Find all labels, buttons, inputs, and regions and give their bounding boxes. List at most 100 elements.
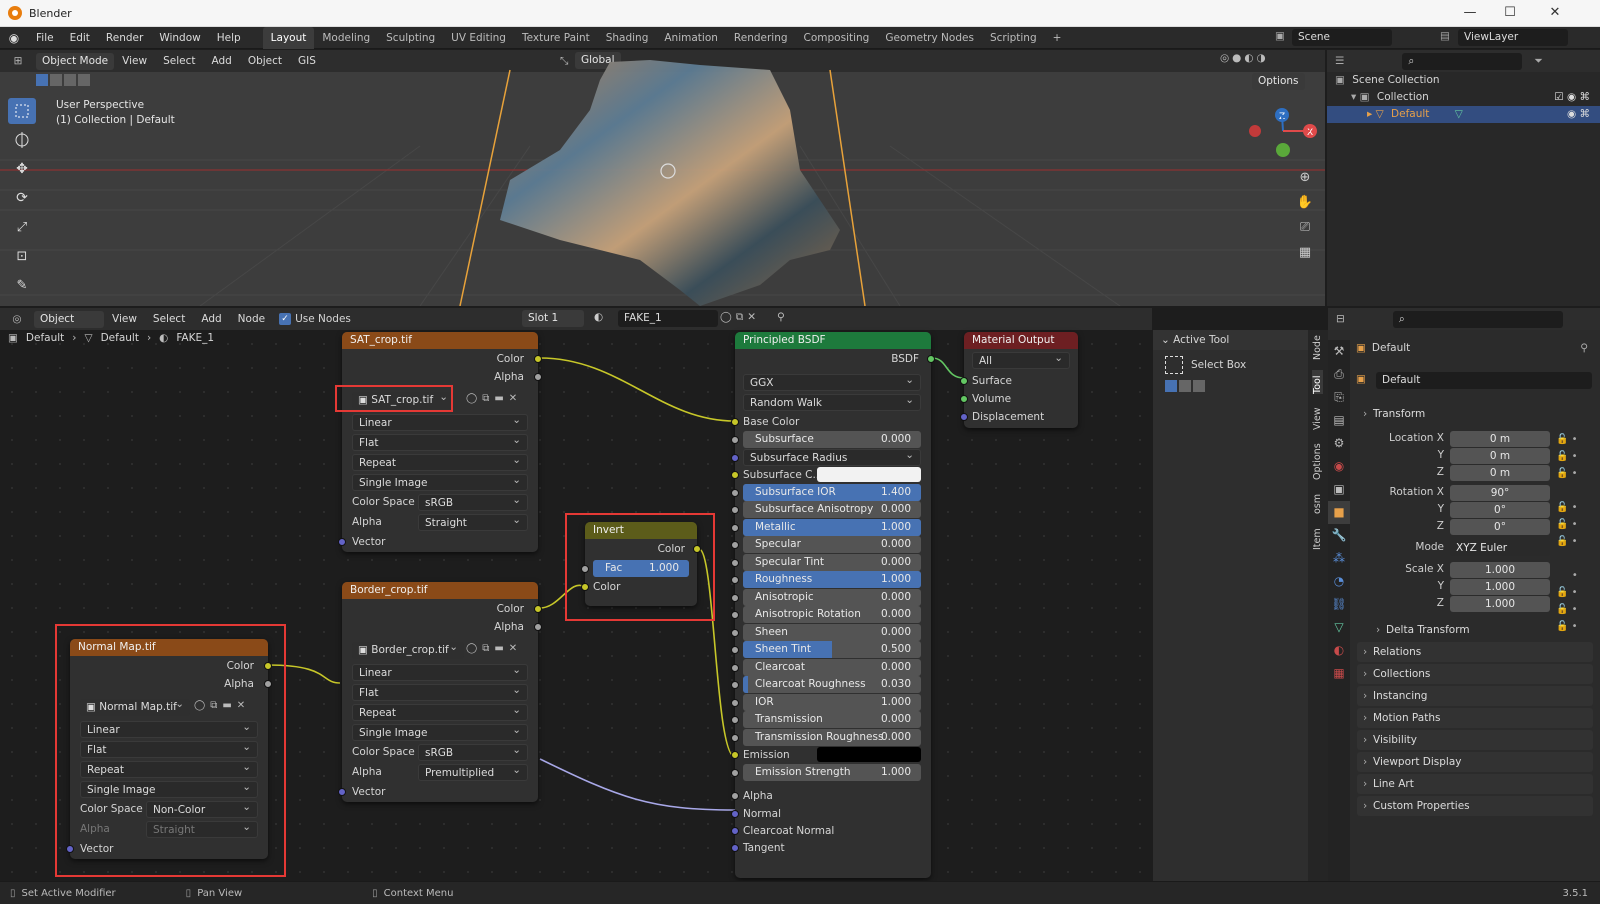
bsdf-input-socket[interactable]: [731, 628, 739, 637]
tab-geometry-nodes[interactable]: Geometry Nodes: [877, 27, 982, 49]
location-z-field[interactable]: 0 m: [1450, 465, 1550, 481]
shader-node-editor[interactable]: ◎ Object View Select Add Node ✓ Use Node…: [0, 308, 1152, 881]
output-color-socket[interactable]: [534, 355, 542, 363]
output-alpha-socket[interactable]: [534, 373, 542, 381]
output-color-socket[interactable]: [534, 605, 542, 613]
bsdf-input-slider[interactable]: Transmission Roughness 0.000: [743, 728, 921, 746]
tab-view[interactable]: View: [1312, 406, 1323, 430]
output-target-dropdown[interactable]: All: [972, 350, 1070, 369]
bsdf-input-slider[interactable]: Anisotropic Rotation 0.000: [743, 606, 921, 623]
color-space-dropdown[interactable]: sRGB: [418, 742, 528, 761]
principled-bsdf-node[interactable]: Principled BSDF BSDF GGX Random Walk Bas…: [731, 332, 935, 878]
lock-icons[interactable]: 🔓 • 🔓 • 🔓 • 🔓 • 🔓 • 🔓 • • 🔓 • 🔓 • 🔓 •: [1556, 431, 1588, 635]
output-bsdf-socket[interactable]: [927, 355, 935, 363]
active-tool-row[interactable]: Select Box: [1153, 350, 1308, 374]
bsdf-input-socket[interactable]: [731, 611, 739, 619]
data-tab-icon[interactable]: ▽: [1328, 616, 1350, 639]
bsdf-input-socket[interactable]: [731, 716, 739, 724]
add-workspace-icon[interactable]: +: [1045, 27, 1070, 49]
tab-tool[interactable]: Tool: [1312, 370, 1323, 394]
scene-icon[interactable]: ▣: [1275, 30, 1285, 42]
menu-render[interactable]: Render: [98, 27, 151, 49]
panel-relations[interactable]: Relations: [1357, 642, 1593, 662]
transform-panel-header[interactable]: Transform: [1357, 404, 1593, 424]
bsdf-input-socket[interactable]: [731, 733, 739, 742]
properties-type-icon[interactable]: ⊟: [1336, 313, 1345, 325]
bsdf-input-socket[interactable]: [731, 453, 739, 462]
bsdf-input-slider[interactable]: Transmission 0.000: [743, 711, 921, 728]
object-tab-icon[interactable]: ■: [1328, 501, 1350, 524]
tab-uv-editing[interactable]: UV Editing: [443, 27, 514, 49]
panel-custom-properties[interactable]: Custom Properties: [1357, 796, 1593, 816]
distribution-dropdown[interactable]: GGX: [743, 372, 921, 391]
bsdf-input-slider[interactable]: Specular Tint 0.000: [743, 553, 921, 571]
material-output-node[interactable]: Material Output All Surface Volume Displ…: [960, 332, 1078, 428]
view-layer-icon[interactable]: ▤: [1440, 30, 1450, 42]
tab-node[interactable]: Node: [1312, 334, 1323, 360]
bsdf-input-socket[interactable]: [731, 768, 739, 777]
projection-dropdown[interactable]: Flat: [352, 432, 528, 451]
location-y-field[interactable]: 0 m: [1450, 448, 1550, 464]
bsdf-input-socket[interactable]: [731, 436, 739, 444]
input-tangent-socket[interactable]: [731, 844, 739, 852]
select-mode-buttons[interactable]: [1153, 374, 1308, 392]
tab-rendering[interactable]: Rendering: [726, 27, 796, 49]
subsurface-method-dropdown[interactable]: Random Walk: [743, 392, 921, 411]
bsdf-input-slider[interactable]: Specular 0.000: [743, 536, 921, 553]
bsdf-input-socket[interactable]: [731, 593, 739, 602]
texture-tab-icon[interactable]: ▦: [1328, 662, 1350, 685]
image-name-field[interactable]: ▣ Border_crop.tif: [352, 639, 464, 659]
input-surface-socket[interactable]: [960, 377, 968, 385]
camera-icon[interactable]: ⎚: [1295, 215, 1315, 240]
bsdf-input-socket[interactable]: [731, 506, 739, 514]
rotate-tool-icon[interactable]: ⟳: [8, 185, 36, 211]
bsdf-input-slider[interactable]: Metallic 1.000: [743, 518, 921, 536]
move-tool-icon[interactable]: ✥: [8, 156, 36, 182]
filter-icon[interactable]: ⏷: [1534, 55, 1542, 68]
bsdf-input-socket[interactable]: [731, 646, 739, 654]
menu-help[interactable]: Help: [209, 27, 249, 49]
annotate-tool-icon[interactable]: ✎: [8, 272, 36, 298]
outliner-scene-collection[interactable]: ▣ Scene Collection: [1327, 72, 1600, 89]
location-x-field[interactable]: 0 m: [1450, 431, 1550, 447]
modifier-tab-icon[interactable]: 🔧: [1328, 524, 1350, 547]
bsdf-input-socket[interactable]: [731, 751, 739, 759]
color-swatch[interactable]: [817, 747, 921, 762]
zoom-icon[interactable]: ⊕: [1295, 165, 1315, 190]
node-title[interactable]: Principled BSDF: [735, 332, 931, 349]
input-clearcoat-normal-socket[interactable]: [731, 827, 739, 835]
image-actions-icons[interactable]: ◯⧉▬✕: [466, 643, 522, 654]
node-title[interactable]: Material Output: [964, 332, 1078, 349]
menu-file[interactable]: File: [28, 27, 62, 49]
outliner-search-input[interactable]: ⌕: [1402, 52, 1523, 70]
bsdf-input-slider[interactable]: Roughness 1.000: [743, 571, 921, 588]
source-dropdown[interactable]: Single Image: [352, 722, 528, 741]
bsdf-input-slider[interactable]: Sheen Tint 0.500: [743, 641, 921, 658]
select-box-tool-icon[interactable]: [8, 98, 36, 124]
minimize-button[interactable]: —: [1455, 4, 1485, 22]
tool-tab-icon[interactable]: ⚒: [1328, 340, 1350, 363]
close-button[interactable]: ✕: [1540, 4, 1570, 22]
rotation-x-field[interactable]: 90°: [1450, 485, 1550, 501]
material-tab-icon[interactable]: ◐: [1328, 639, 1350, 662]
tab-shading[interactable]: Shading: [598, 27, 657, 49]
panel-instancing[interactable]: Instancing: [1357, 686, 1593, 706]
scale-tool-icon[interactable]: ⤢: [8, 214, 36, 240]
bsdf-input-slider[interactable]: Clearcoat Roughness 0.030: [743, 676, 921, 693]
object-name-field[interactable]: Default: [1376, 372, 1592, 389]
bsdf-input-slider[interactable]: IOR 1.000: [743, 693, 921, 711]
interpolation-dropdown[interactable]: Linear: [352, 412, 528, 431]
particles-tab-icon[interactable]: ⁂: [1328, 547, 1350, 570]
projection-dropdown[interactable]: Flat: [352, 682, 528, 701]
object-data-icon[interactable]: ▣: [1356, 373, 1366, 385]
active-tool-header[interactable]: ⌄ Active Tool: [1153, 330, 1308, 350]
bsdf-input-socket[interactable]: [731, 488, 739, 497]
bsdf-input-slider[interactable]: Clearcoat 0.000: [743, 658, 921, 676]
world-tab-icon[interactable]: ◉: [1328, 455, 1350, 478]
menu-edit[interactable]: Edit: [62, 27, 98, 49]
image-actions-icons[interactable]: ◯⧉▬✕: [466, 393, 522, 404]
bsdf-input-socket[interactable]: [731, 663, 739, 672]
bsdf-input-slider[interactable]: Subsurface 0.000: [743, 431, 921, 448]
view-layer-tab-icon[interactable]: ▤: [1328, 409, 1350, 432]
input-vector-socket[interactable]: [338, 788, 346, 796]
